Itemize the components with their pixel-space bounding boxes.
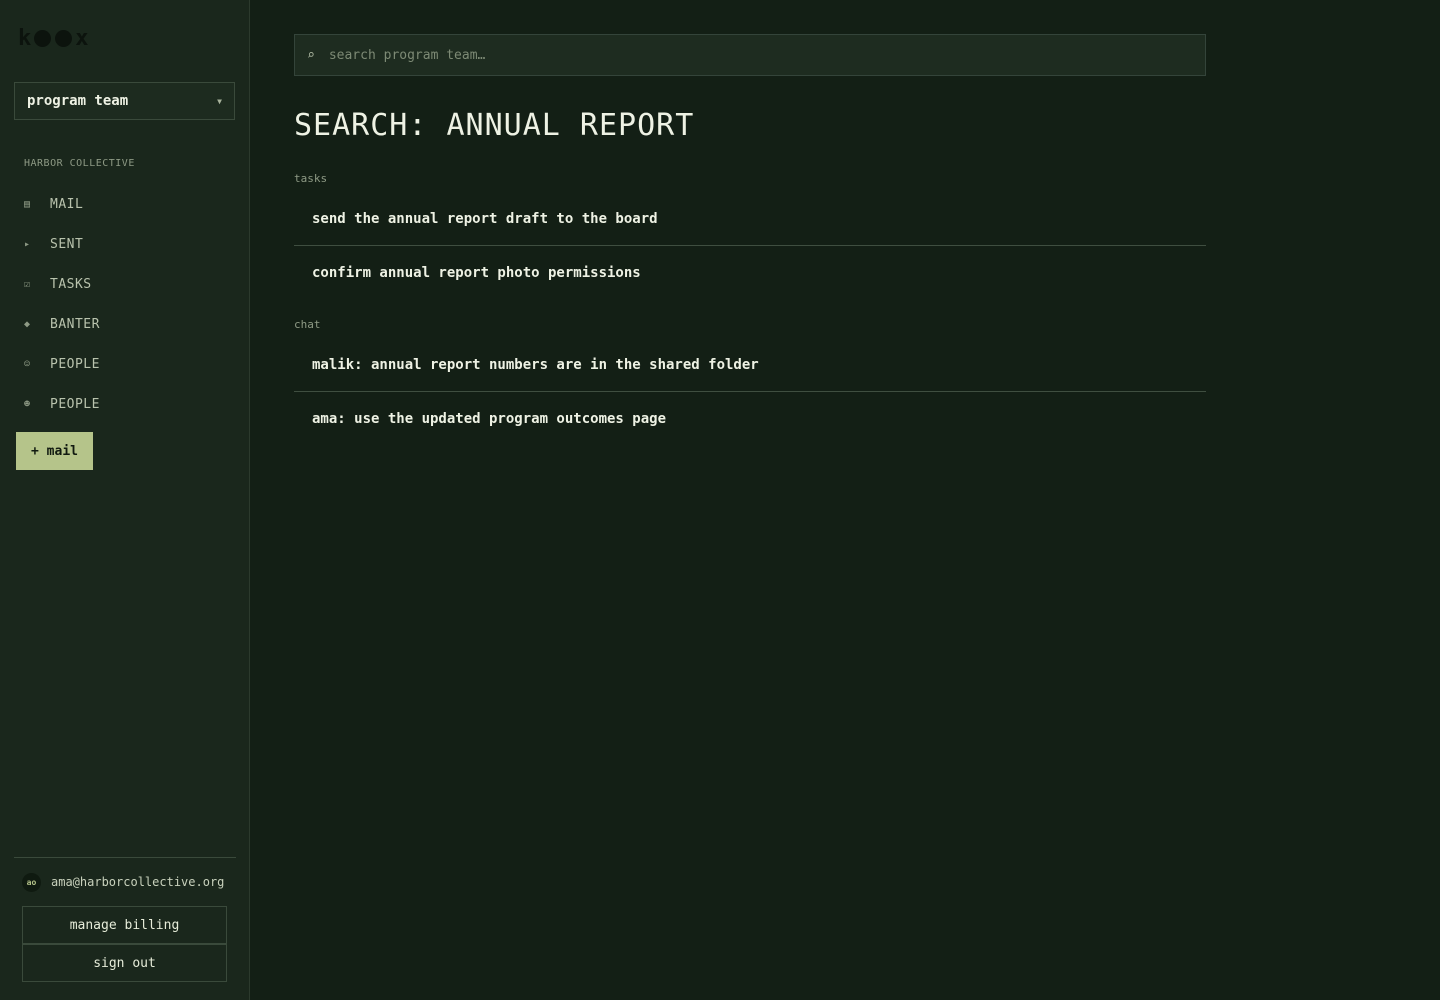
logo-letter-x: x [75, 26, 89, 51]
sidebar-item-label: SENT [50, 236, 84, 252]
search-results: tasks send the annual report draft to th… [294, 170, 1206, 446]
account-email: ama@harborcollective.org [51, 875, 225, 889]
result-item[interactable]: ama: use the updated program outcomes pa… [294, 392, 1206, 446]
sidebar-item-tasks[interactable]: ☑ TASKS [24, 264, 234, 304]
sidebar-item-people-contacts[interactable]: ☻ PEOPLE [24, 384, 234, 424]
main-content: ⌕ SEARCH: ANNUAL REPORT tasks send the a… [250, 0, 1440, 1000]
sidebar: k x program team ▼ HARBOR COLLECTIVE ▤ M… [0, 0, 250, 1000]
diamond-icon: ◆ [24, 318, 31, 330]
section-label: chat [294, 318, 321, 331]
team-select[interactable]: program team ▼ [14, 82, 235, 120]
search-icon: ⌕ [307, 47, 315, 63]
sidebar-item-people[interactable]: ☺ PEOPLE [24, 344, 234, 384]
section-label: tasks [294, 172, 328, 185]
team-select-value: program team [27, 93, 129, 109]
sidebar-item-label: PEOPLE [50, 356, 100, 372]
sign-out-button[interactable]: sign out [22, 944, 227, 982]
send-icon: ▸ [24, 238, 31, 250]
page-title: SEARCH: ANNUAL REPORT [294, 108, 695, 143]
inbox-icon: ▤ [24, 198, 31, 210]
checkbox-icon: ☑ [24, 278, 31, 290]
smiley-icon: ☺ [24, 358, 31, 370]
sidebar-item-mail[interactable]: ▤ MAIL [24, 184, 234, 224]
results-group-tasks: tasks send the annual report draft to th… [294, 170, 1206, 300]
account-info: ao ama@harborcollective.org [14, 858, 236, 906]
sidebar-item-label: MAIL [50, 196, 84, 212]
search-input[interactable] [328, 47, 1193, 63]
manage-billing-button[interactable]: manage billing [22, 906, 227, 944]
sidebar-item-sent[interactable]: ▸ SENT [24, 224, 234, 264]
org-label: HARBOR COLLECTIVE [24, 158, 135, 169]
sidebar-item-label: BANTER [50, 316, 100, 332]
contacts-icon: ☻ [24, 398, 31, 410]
chevron-down-icon: ▼ [217, 96, 222, 106]
logo-letter-k: k [18, 26, 32, 51]
result-item[interactable]: malik: annual report numbers are in the … [294, 338, 1206, 392]
sidebar-nav: ▤ MAIL ▸ SENT ☑ TASKS ◆ BANTER ☺ PEOPLE … [24, 184, 234, 424]
result-item[interactable]: send the annual report draft to the boar… [294, 192, 1206, 246]
logo-dot-icon [34, 30, 52, 47]
search-bar[interactable]: ⌕ [294, 34, 1206, 76]
result-item[interactable]: confirm annual report photo permissions [294, 246, 1206, 300]
sidebar-item-label: PEOPLE [50, 396, 100, 412]
avatar: ao [22, 872, 41, 892]
logo-dot-icon [55, 30, 73, 47]
sidebar-item-banter[interactable]: ◆ BANTER [24, 304, 234, 344]
sidebar-footer: ao ama@harborcollective.org manage billi… [14, 857, 236, 982]
app-logo[interactable]: k x [18, 26, 89, 51]
app-root: k x program team ▼ HARBOR COLLECTIVE ▤ M… [0, 0, 1440, 1000]
results-group-chat: chat malik: annual report numbers are in… [294, 316, 1206, 446]
sidebar-item-label: TASKS [50, 276, 92, 292]
compose-mail-button[interactable]: + mail [16, 432, 93, 470]
